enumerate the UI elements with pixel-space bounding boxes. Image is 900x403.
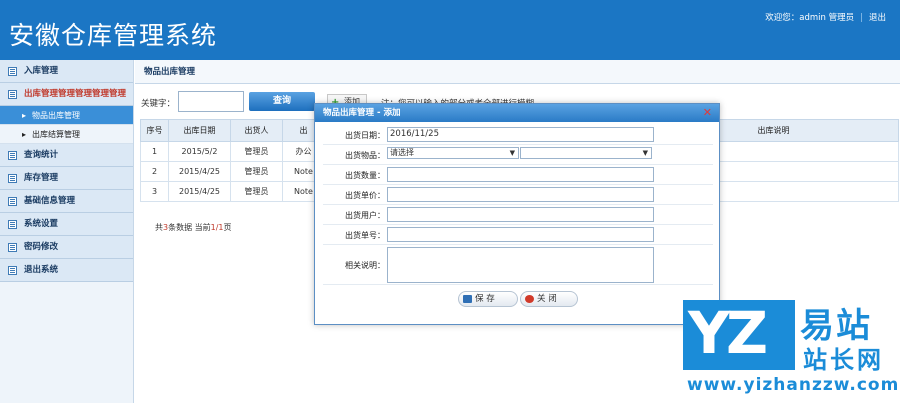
form-row-date: 出货日期： 2016/11/25 — [323, 125, 713, 145]
search-button[interactable]: 查询 — [249, 92, 315, 111]
keyword-input[interactable] — [178, 91, 244, 112]
customer-field[interactable] — [387, 207, 654, 222]
save-button[interactable]: 保 存 — [458, 291, 518, 307]
close-icon[interactable]: ✕ — [703, 104, 712, 122]
form-row-qty: 出货数量： — [323, 165, 713, 185]
price-field[interactable] — [387, 187, 654, 202]
list-icon — [8, 197, 17, 206]
qty-label: 出货数量： — [345, 171, 385, 180]
remark-textarea[interactable] — [387, 247, 654, 283]
price-label: 出货单价： — [345, 191, 385, 200]
list-icon — [8, 90, 17, 99]
list-icon — [8, 220, 17, 229]
sidebar-item-password[interactable]: 密码修改 — [0, 236, 133, 259]
form-row-price: 出货单价： — [323, 185, 713, 205]
form-row-remark: 相关说明： — [323, 245, 713, 285]
dropdown-arrow-icon: ▼ — [509, 149, 515, 157]
logout-link[interactable]: 退出 — [869, 13, 886, 23]
page-indicator: 1/1 — [210, 223, 224, 232]
remark-label: 相关说明： — [345, 261, 385, 270]
close-button[interactable]: 关 闭 — [520, 291, 578, 307]
form-row-order: 出货单号： — [323, 225, 713, 245]
list-icon — [8, 67, 17, 76]
app-title: 安徽仓库管理系统 — [9, 21, 218, 50]
dropdown-arrow-icon: ▼ — [642, 149, 648, 157]
watermark-subtitle: 站长网 — [803, 346, 884, 374]
sidebar-item-basic-info[interactable]: 基础信息管理 — [0, 190, 133, 213]
sidebar-subitem-goods-outbound[interactable]: 物品出库管理 — [0, 106, 133, 125]
watermark-letters: YZ — [688, 299, 768, 367]
list-icon — [8, 174, 17, 183]
dialog-title: 物品出库管理 - 添加 — [323, 108, 401, 118]
col-header: 出库日期 — [168, 119, 231, 142]
order-label: 出货单号： — [345, 231, 385, 240]
sidebar-subitem-outbound-settlement[interactable]: 出库结算管理 — [0, 125, 133, 144]
save-icon — [463, 295, 472, 303]
col-header: 出货人 — [230, 119, 283, 142]
app-header: 安徽仓库管理系统 欢迎您：admin 管理员 | 退出 — [0, 0, 900, 60]
pager: 共3条数据 当前1/1页 — [155, 223, 232, 232]
sidebar-item-system-settings[interactable]: 系统设置 — [0, 213, 133, 236]
list-icon — [8, 243, 17, 252]
sidebar-item-inbound[interactable]: 入库管理 — [0, 60, 133, 83]
sidebar-item-query-stats[interactable]: 查询统计 — [0, 144, 133, 167]
keyword-label: 关键字： — [141, 99, 176, 109]
qty-field[interactable] — [387, 167, 654, 182]
sidebar-item-inventory[interactable]: 库存管理 — [0, 167, 133, 190]
date-field[interactable]: 2016/11/25 — [387, 127, 654, 142]
header-user-area: 欢迎您：admin 管理员 | 退出 — [765, 13, 886, 23]
order-field[interactable] — [387, 227, 654, 242]
goods-select-primary[interactable]: 请选择 ▼ — [387, 147, 519, 159]
close-circle-icon — [525, 295, 534, 303]
sidebar: 入库管理 出库管理管理管理管理管理管理管理 物品出库管理 出库结算管理 查询统计… — [0, 60, 134, 403]
dialog-header: 物品出库管理 - 添加 ✕ — [315, 104, 719, 122]
welcome-text: 欢迎您：admin 管理员 — [765, 13, 855, 23]
goods-label: 出货物品： — [345, 151, 385, 160]
customer-label: 出货用户： — [345, 211, 385, 220]
list-icon — [8, 266, 17, 275]
watermark-url: www.yizhanzzw.com — [687, 375, 900, 395]
col-header: 序号 — [140, 119, 169, 142]
date-label: 出货日期： — [345, 131, 385, 140]
form-row-goods: 出货物品： 请选择 ▼ ▼ — [323, 145, 713, 165]
sidebar-item-outbound[interactable]: 出库管理管理管理管理管理管理管理 — [0, 83, 133, 121]
add-outbound-dialog: 物品出库管理 - 添加 ✕ 出货日期： 2016/11/25 出货物品： 请选择… — [314, 103, 720, 325]
list-icon — [8, 151, 17, 160]
goods-select-secondary[interactable]: ▼ — [520, 147, 652, 159]
form-row-customer: 出货用户： — [323, 205, 713, 225]
breadcrumb: 物品出库管理 — [135, 60, 900, 84]
sidebar-item-exit[interactable]: 退出系统 — [0, 259, 133, 282]
